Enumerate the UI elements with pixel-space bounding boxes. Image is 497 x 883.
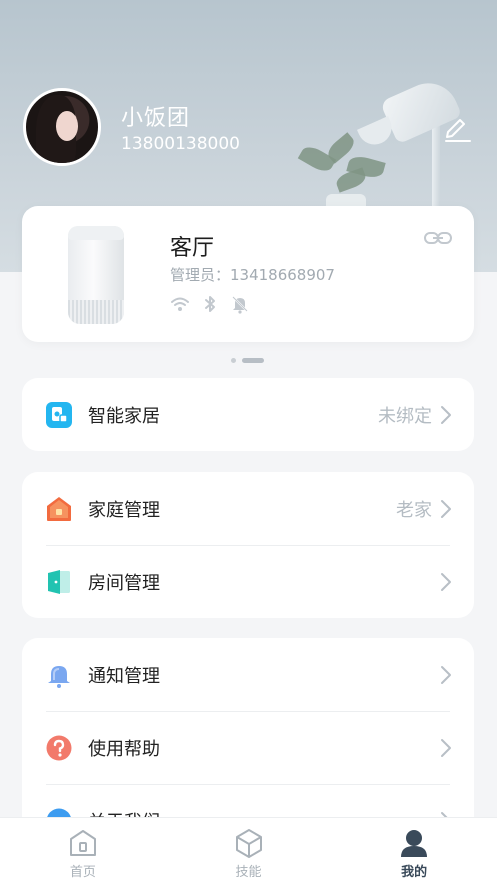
row-value: 老家: [396, 499, 432, 521]
tab-home[interactable]: 首页: [0, 818, 166, 883]
tab-skills[interactable]: 技能: [166, 818, 332, 883]
smart-home-icon: [46, 401, 72, 428]
decor-leaf: [334, 167, 368, 193]
user-name: 小饭团: [121, 106, 191, 131]
tab-label: 我的: [401, 865, 428, 880]
avatar[interactable]: [23, 88, 101, 166]
help-icon: [46, 735, 72, 761]
group-family: 家庭管理 老家 房间管理: [22, 472, 474, 618]
bottom-tab-bar: 首页 技能 我的: [0, 817, 497, 883]
pager-dot: [231, 358, 236, 363]
wifi-icon: [170, 294, 190, 314]
row-smart-home[interactable]: 智能家居 未绑定: [22, 378, 474, 451]
device-room-name: 客厅: [170, 236, 215, 261]
row-label: 通知管理: [88, 665, 160, 687]
tab-label: 技能: [235, 865, 262, 880]
device-card[interactable]: 客厅 管理员：13418668907: [22, 206, 474, 342]
home-icon: [69, 830, 96, 856]
bell-off-icon: [230, 294, 250, 314]
chevron-right-icon: [440, 405, 452, 425]
edit-icon: [445, 119, 471, 142]
row-family[interactable]: 家庭管理 老家: [22, 472, 474, 545]
row-label: 房间管理: [88, 572, 160, 594]
group-smart-home: 智能家居 未绑定: [22, 378, 474, 451]
row-label: 家庭管理: [88, 499, 160, 521]
person-icon: [401, 830, 428, 857]
row-label: 智能家居: [88, 405, 160, 427]
bluetooth-icon: [200, 294, 220, 314]
device-status-icons: [170, 294, 250, 314]
tab-label: 首页: [69, 865, 96, 880]
chevron-right-icon: [440, 665, 452, 685]
link-icon[interactable]: [424, 230, 452, 246]
row-help[interactable]: 使用帮助: [22, 711, 474, 784]
row-value: 未绑定: [378, 405, 432, 427]
smart-speaker-image: [68, 226, 124, 324]
chevron-right-icon: [440, 738, 452, 758]
cube-icon: [235, 829, 262, 858]
bell-icon: [46, 662, 72, 688]
row-label: 使用帮助: [88, 738, 160, 760]
user-phone: 13800138000: [121, 134, 240, 154]
device-admin: 管理员：13418668907: [170, 266, 335, 284]
edit-profile-button[interactable]: [440, 110, 474, 144]
door-icon: [46, 569, 72, 595]
chevron-right-icon: [440, 499, 452, 519]
house-icon: [46, 496, 72, 522]
chevron-right-icon: [440, 572, 452, 592]
pager-dot-active: [242, 358, 264, 363]
tab-mine[interactable]: 我的: [331, 818, 497, 883]
row-room[interactable]: 房间管理: [22, 545, 474, 618]
device-pager: [231, 358, 264, 363]
row-notice[interactable]: 通知管理: [22, 638, 474, 711]
